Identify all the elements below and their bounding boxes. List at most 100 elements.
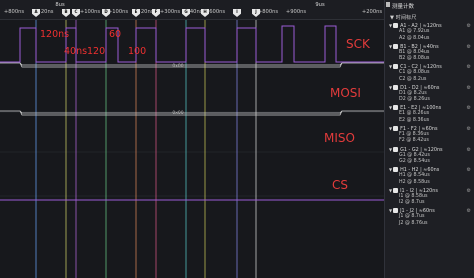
gear-icon[interactable]: ⚙ <box>467 105 471 112</box>
measurement-label: A1 - A2 | ≈120ns <box>400 23 442 29</box>
visibility-checkbox[interactable] <box>393 167 399 173</box>
mosi-bus-value: 0x00 <box>172 64 184 69</box>
expand-arrow-icon[interactable]: ▼ <box>389 104 392 111</box>
time-ruler[interactable]: 8us 9us +800ns +20ns +100ns +100ns +20ns… <box>0 0 384 20</box>
measurement-item-header[interactable]: ▼ B1 - B2 | ≈40ns ⚙ <box>389 43 474 50</box>
measurement-item-header[interactable]: ▼ I1 - I2 | ≈120ns ⚙ <box>389 187 474 194</box>
cursor-marker-d[interactable]: D <box>102 9 110 17</box>
visibility-checkbox[interactable] <box>393 105 399 111</box>
annotation-120: 120 <box>87 46 106 57</box>
expand-arrow-icon[interactable]: ▼ <box>389 146 392 153</box>
gear-icon[interactable]: ⚙ <box>467 85 471 92</box>
measurement-item[interactable]: ▼ A1 - A2 | ≈120ns ⚙ A1 @ 7.92us A2 @ 8.04us <box>385 22 474 43</box>
cursor-marker-h[interactable]: H <box>201 9 209 17</box>
annotation-40ns: 40ns <box>64 46 88 57</box>
measurement-item[interactable]: ▼ C1 - C2 | ≈120ns ⚙ C1 @ 8.08us C2 @ 8.2us <box>385 63 474 84</box>
measurement-item[interactable]: ▼ D1 - D2 | ≈60ns ⚙ D1 @ 8.2us D2 @ 8.26us <box>385 84 474 105</box>
measurement-item[interactable]: ▼ F1 - F2 | ≈60ns ⚙ F1 @ 8.36us F2 @ 8.42us <box>385 125 474 146</box>
cursor-marker-f[interactable]: F <box>152 9 160 17</box>
cursor-marker-a[interactable]: A <box>32 9 40 17</box>
tick-label: +800ns <box>257 9 279 15</box>
waveform-area[interactable]: 8us 9us +800ns +20ns +100ns +100ns +20ns… <box>0 0 384 278</box>
measurement-label: H1 - H2 | ≈60ns <box>400 167 440 174</box>
signal-label-mosi: MOSI <box>330 86 361 100</box>
measurement-value: A2 @ 8.04us <box>399 35 430 41</box>
tick-label: +900ns <box>285 9 307 15</box>
measurement-item-header[interactable]: ▼ E1 - E2 | ≈100ns ⚙ <box>389 104 474 111</box>
visibility-checkbox[interactable] <box>393 43 399 49</box>
measurement-label: D1 - D2 | ≈60ns <box>400 84 440 91</box>
panel-section-header[interactable]: ▼ 时间标尺 <box>385 10 474 22</box>
measurement-item[interactable]: ▼ G1 - G2 | ≈120ns ⚙ G1 @ 8.42us G2 @ 8.54us <box>385 146 474 167</box>
measurement-item[interactable]: ▼ E1 - E2 | ≈100ns ⚙ E1 @ 8.26us E2 @ 8.36us <box>385 104 474 125</box>
cursor-marker-j[interactable]: J <box>252 9 260 17</box>
annotation-60-a: 60 <box>109 29 122 40</box>
measurement-panel[interactable]: 测量计数 ▼ 时间标尺 ▼ A1 - A2 | ≈120ns ⚙ A1 @ 7.92u… <box>384 0 474 278</box>
measurement-value: H2 @ 8.58us <box>399 179 430 185</box>
time-label-8us: 8us <box>55 2 65 8</box>
gear-icon[interactable]: ⚙ <box>467 147 471 154</box>
measurement-value: E2 @ 8.36us <box>399 117 430 123</box>
cursor-lines <box>0 20 384 278</box>
gear-icon[interactable]: ⚙ <box>467 188 471 195</box>
measurement-item-header[interactable]: ▼ H1 - H2 | ≈60ns ⚙ <box>389 166 474 173</box>
gear-icon[interactable]: ⚙ <box>467 167 471 174</box>
visibility-checkbox[interactable] <box>393 125 399 131</box>
measurement-label: G1 - G2 | ≈120ns <box>400 146 443 153</box>
visibility-checkbox[interactable] <box>393 23 399 28</box>
measurement-value: C2 @ 8.2us <box>399 76 427 82</box>
tick-label: +300ns <box>159 9 181 15</box>
visibility-checkbox[interactable] <box>393 208 399 214</box>
expand-arrow-icon[interactable]: ▼ <box>389 166 392 173</box>
visibility-checkbox[interactable] <box>393 187 399 193</box>
gear-icon[interactable]: ⚙ <box>467 208 471 215</box>
signal-label-miso: MISO <box>324 131 355 145</box>
measurement-item-header[interactable]: ▼ J1 - J2 | ≈60ns ⚙ <box>389 207 474 214</box>
measurement-label: F1 - F2 | ≈60ns <box>400 125 438 132</box>
gear-icon[interactable]: ⚙ <box>467 126 471 133</box>
measurement-item-header[interactable]: ▼ F1 - F2 | ≈60ns ⚙ <box>389 125 474 132</box>
measurement-item[interactable]: ▼ B1 - B2 | ≈40ns ⚙ B1 @ 8.04us B2 @ 8.08us <box>385 43 474 64</box>
annotation-100: 100 <box>128 46 147 57</box>
expand-arrow-icon[interactable]: ▼ <box>389 84 392 91</box>
tick-label: +800ns <box>3 9 25 15</box>
measurement-label: E1 - E2 | ≈100ns <box>400 105 442 112</box>
signal-label-sck: SCK <box>346 37 370 51</box>
measurement-item-header[interactable]: ▼ G1 - G2 | ≈120ns ⚙ <box>389 146 474 153</box>
measurement-value: D2 @ 8.26us <box>399 97 430 103</box>
cursor-marker-g[interactable]: G <box>182 9 190 17</box>
cursor-marker-i[interactable]: I <box>233 9 241 17</box>
measurement-value: F2 @ 8.42us <box>399 138 429 144</box>
tick-label: +200ns <box>361 9 383 15</box>
measurement-item[interactable]: ▼ I1 - I2 | ≈120ns ⚙ I1 @ 8.58us I2 @ 8.7us <box>385 187 474 208</box>
signal-label-cs: CS <box>332 178 348 192</box>
visibility-checkbox[interactable] <box>393 84 399 90</box>
measurement-item[interactable]: ▼ H1 - H2 | ≈60ns ⚙ H1 @ 8.54us H2 @ 8.58us <box>385 166 474 187</box>
gear-icon[interactable]: ⚙ <box>467 23 471 30</box>
cursor-marker-c[interactable]: C <box>72 9 80 17</box>
gear-icon[interactable]: ⚙ <box>467 44 471 51</box>
measurement-item-header[interactable]: ▼ D1 - D2 | ≈60ns ⚙ <box>389 84 474 91</box>
measurement-label: J1 - J2 | ≈60ns <box>400 208 435 215</box>
visibility-checkbox[interactable] <box>393 64 399 70</box>
measurement-item[interactable]: ▼ J1 - J2 | ≈60ns ⚙ J1 @ 8.7us J2 @ 8.76us <box>385 207 474 228</box>
visibility-checkbox[interactable] <box>393 146 399 152</box>
miso-bus-value: 0x00 <box>172 111 184 116</box>
tick-label: +100ns <box>107 9 129 15</box>
expand-arrow-icon[interactable]: ▼ <box>389 43 392 50</box>
expand-arrow-icon[interactable]: ▼ <box>389 125 392 132</box>
expand-arrow-icon[interactable]: ▼ <box>389 207 392 214</box>
measurement-value: I2 @ 8.7us <box>399 200 425 206</box>
pin-icon[interactable] <box>386 2 390 7</box>
gear-icon[interactable]: ⚙ <box>467 64 471 71</box>
measurement-item-header[interactable]: ▼ A1 - A2 | ≈120ns ⚙ <box>389 22 474 29</box>
expand-arrow-icon[interactable]: ▼ <box>389 22 392 29</box>
expand-arrow-icon[interactable]: ▼ <box>389 63 392 70</box>
cursor-marker-e[interactable]: E <box>132 9 140 17</box>
expand-arrow-icon[interactable]: ▼ <box>389 187 392 194</box>
panel-title: 测量计数 <box>385 0 474 10</box>
time-label-9us: 9us <box>315 2 325 8</box>
measurement-item-header[interactable]: ▼ C1 - C2 | ≈120ns ⚙ <box>389 63 474 70</box>
measurement-label: I1 - I2 | ≈120ns <box>400 187 438 194</box>
cursor-marker-b[interactable]: B <box>62 9 70 17</box>
